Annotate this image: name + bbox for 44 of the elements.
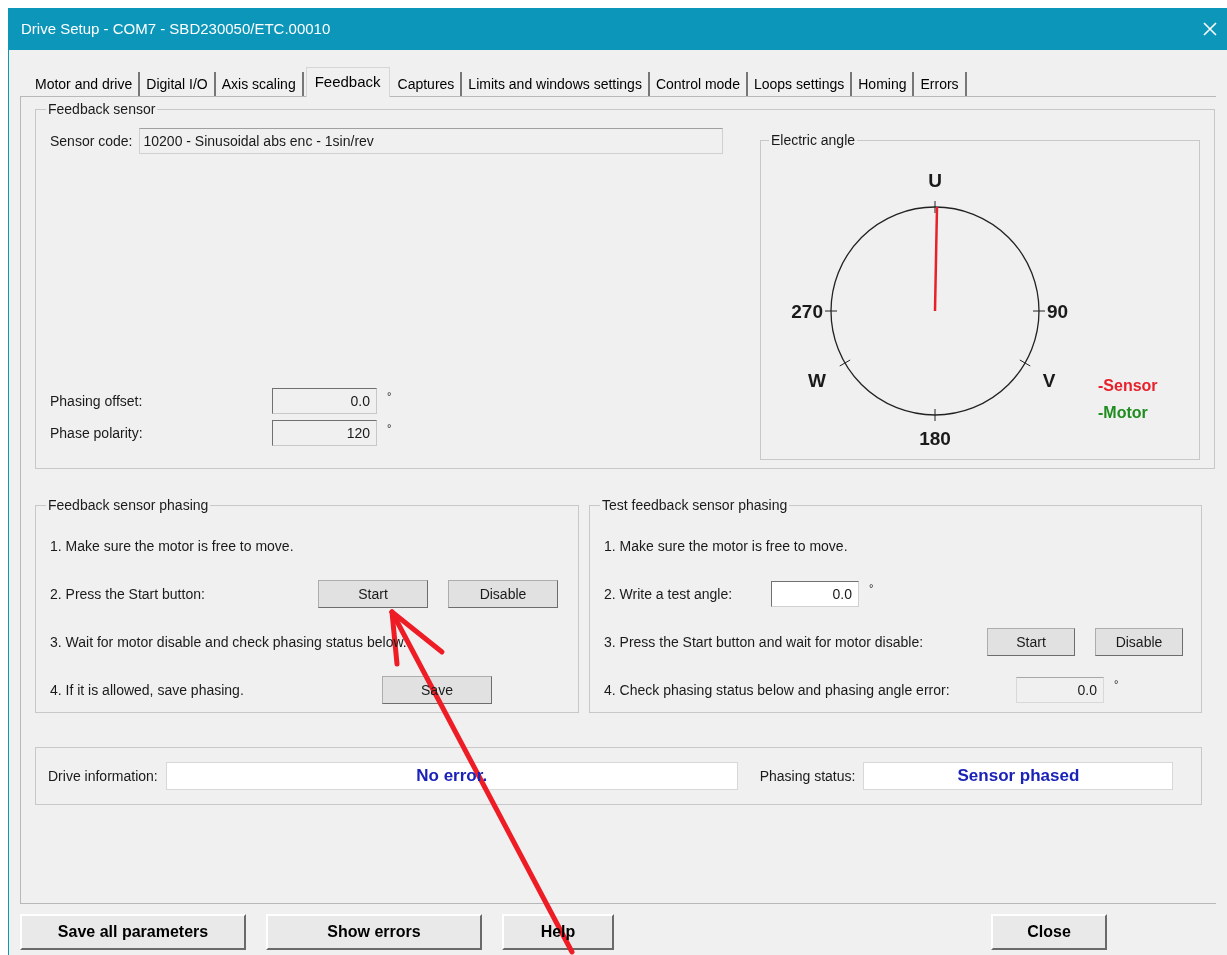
status-field: Sensor phased	[863, 762, 1174, 790]
dial-label: W	[808, 370, 826, 391]
unit-label: °	[387, 421, 392, 436]
window-title: Drive Setup - COM7 - SBD230050/ETC.00010	[21, 18, 331, 39]
instruction-text: 1. Make sure the motor is free to move.	[604, 536, 848, 556]
legend-label: -Motor	[1098, 404, 1148, 421]
dial-label: 180	[919, 428, 951, 449]
legend-label: -Sensor	[1098, 377, 1158, 394]
input-field[interactable]: 0.0	[771, 581, 859, 607]
close-icon[interactable]	[1203, 22, 1217, 36]
button[interactable]: Show errors	[266, 914, 482, 950]
tab[interactable]: Feedback	[305, 67, 390, 97]
instruction-text: 3. Press the Start button and wait for motor disable:	[604, 632, 925, 652]
group-title: Electric angle	[770, 131, 857, 150]
button[interactable]: Start	[987, 628, 1075, 656]
read-only-field: 120	[272, 420, 377, 446]
button[interactable]: Disable	[1095, 628, 1183, 656]
group-title: Test feedback sensor phasing	[601, 496, 789, 515]
dial-label: 90	[1047, 301, 1069, 322]
unit-label: °	[387, 389, 392, 404]
read-only-field: 0.0	[272, 388, 377, 414]
read-only-field: 10200 - Sinusoidal abs enc - 1sin/rev	[138, 128, 723, 154]
instruction-text: 4. Check phasing status below and phasing angle error:	[604, 680, 951, 700]
instruction-text: 1. Make sure the motor is free to move.	[50, 536, 294, 556]
instruction-text: 4. If it is allowed, save phasing.	[50, 680, 245, 700]
read-only-field: 0.0	[1016, 677, 1104, 703]
dial-label: 270	[791, 301, 823, 322]
button[interactable]: Close	[991, 914, 1107, 950]
field-label: Drive information:	[48, 766, 158, 786]
instruction-text: 2. Write a test angle:	[604, 584, 734, 604]
field-label: Phase polarity:	[50, 423, 144, 443]
dial-label: V	[1042, 370, 1056, 391]
instruction-text: 2. Press the Start button:	[50, 584, 206, 604]
button[interactable]: Disable	[448, 580, 558, 608]
field-label: Phasing offset:	[50, 391, 144, 411]
field-label: Phasing status:	[759, 766, 856, 786]
button[interactable]: Save all parameters	[20, 914, 246, 950]
button[interactable]: Start	[318, 580, 428, 608]
group-title: Feedback sensor phasing	[47, 496, 210, 515]
unit-label: °	[1114, 677, 1119, 692]
dial-label: U	[928, 170, 942, 191]
unit-label: °	[869, 581, 874, 596]
group-title: Feedback sensor	[47, 100, 157, 119]
field-label: Sensor code:	[50, 131, 133, 151]
